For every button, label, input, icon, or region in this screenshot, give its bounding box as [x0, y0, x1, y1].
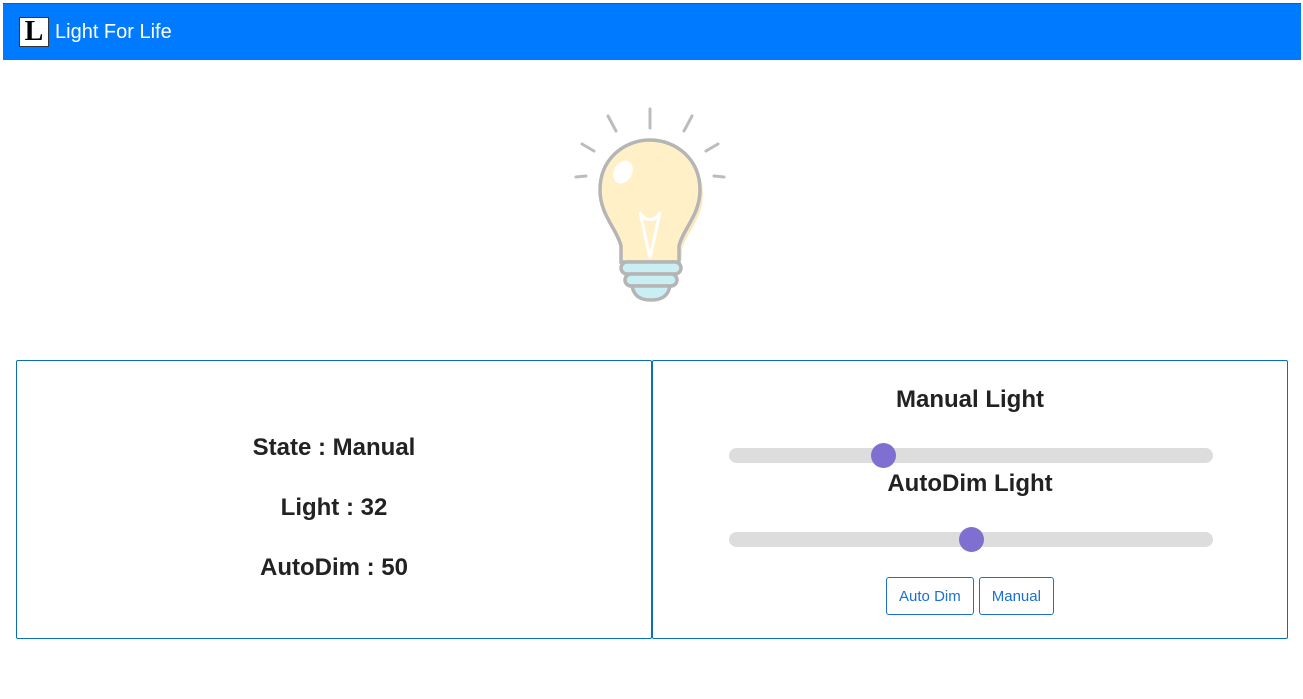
auto-dim-button[interactable]: Auto Dim — [886, 577, 974, 615]
manual-light-title: Manual Light — [896, 386, 1044, 413]
manual-light-slider-thumb[interactable] — [871, 443, 897, 468]
brand-title: Light For Life — [55, 20, 172, 43]
logo-icon: L — [19, 17, 49, 47]
navbar: L Light For Life — [3, 3, 1301, 60]
manual-light-slider[interactable] — [729, 443, 1213, 468]
light-bulb-icon — [574, 107, 726, 302]
status-panel: State : Manual Light : 32 AutoDim : 50 — [16, 360, 652, 639]
autodim-value-text: AutoDim : 50 — [259, 554, 408, 581]
brand-link[interactable]: L Light For Life — [19, 17, 172, 47]
autodim-light-title: AutoDim Light — [887, 470, 1053, 497]
state-text: State : Manual — [252, 434, 416, 461]
autodim-light-slider-thumb[interactable] — [958, 527, 984, 552]
light-value-text: Light : 32 — [280, 494, 388, 521]
controls-panel: Manual Light AutoDim Light Auto Dim Manu… — [652, 360, 1288, 639]
manual-button[interactable]: Manual — [978, 577, 1054, 615]
mode-button-group: Auto Dim Manual — [653, 577, 1287, 615]
autodim-light-slider[interactable] — [729, 527, 1213, 552]
